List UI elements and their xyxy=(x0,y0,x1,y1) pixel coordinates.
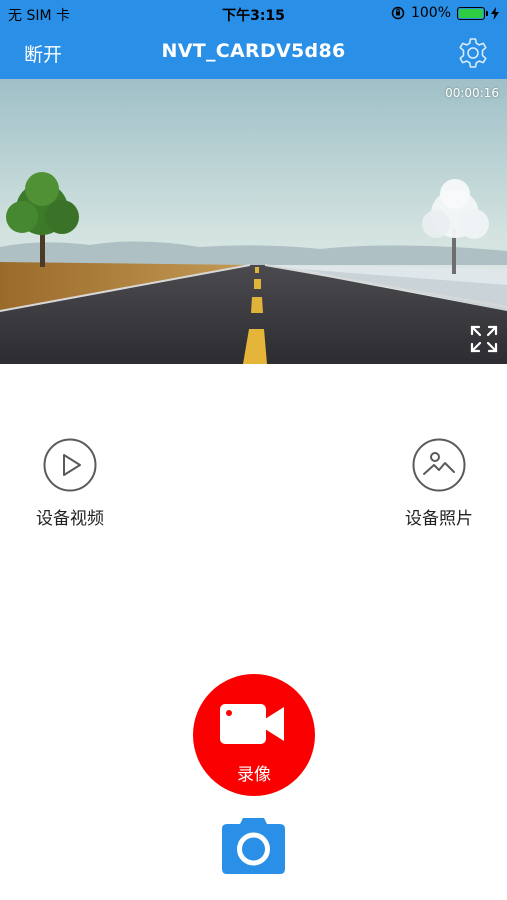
road-scene-image xyxy=(0,79,507,364)
status-right: 100% xyxy=(391,5,499,21)
record-label: 录像 xyxy=(237,765,271,785)
device-photos-button[interactable]: 设备照片 xyxy=(398,438,480,529)
play-circle-icon xyxy=(43,438,97,492)
status-bar: 无 SIM 卡 下午3:15 100% xyxy=(0,0,507,28)
gear-icon[interactable] xyxy=(455,35,491,71)
image-circle-icon xyxy=(412,438,466,492)
expand-arrows-icon[interactable] xyxy=(469,324,499,354)
charging-icon xyxy=(491,6,499,20)
orientation-lock-icon xyxy=(391,6,405,20)
battery-icon xyxy=(457,6,488,20)
battery-percent: 100% xyxy=(410,5,451,21)
device-videos-button[interactable]: 设备视频 xyxy=(30,438,110,529)
video-camera-icon xyxy=(220,704,284,744)
nav-bar: 断开 NVT_CARDV5d86 xyxy=(0,28,507,79)
recording-timer: 00:00:16 xyxy=(445,86,499,100)
device-videos-label: 设备视频 xyxy=(36,509,104,529)
live-video-preview[interactable]: 00:00:16 xyxy=(0,79,507,364)
device-photos-label: 设备照片 xyxy=(405,509,473,529)
device-title: NVT_CARDV5d86 xyxy=(161,40,346,62)
camera-icon[interactable] xyxy=(222,816,285,874)
record-button[interactable]: 录像 xyxy=(193,674,315,796)
